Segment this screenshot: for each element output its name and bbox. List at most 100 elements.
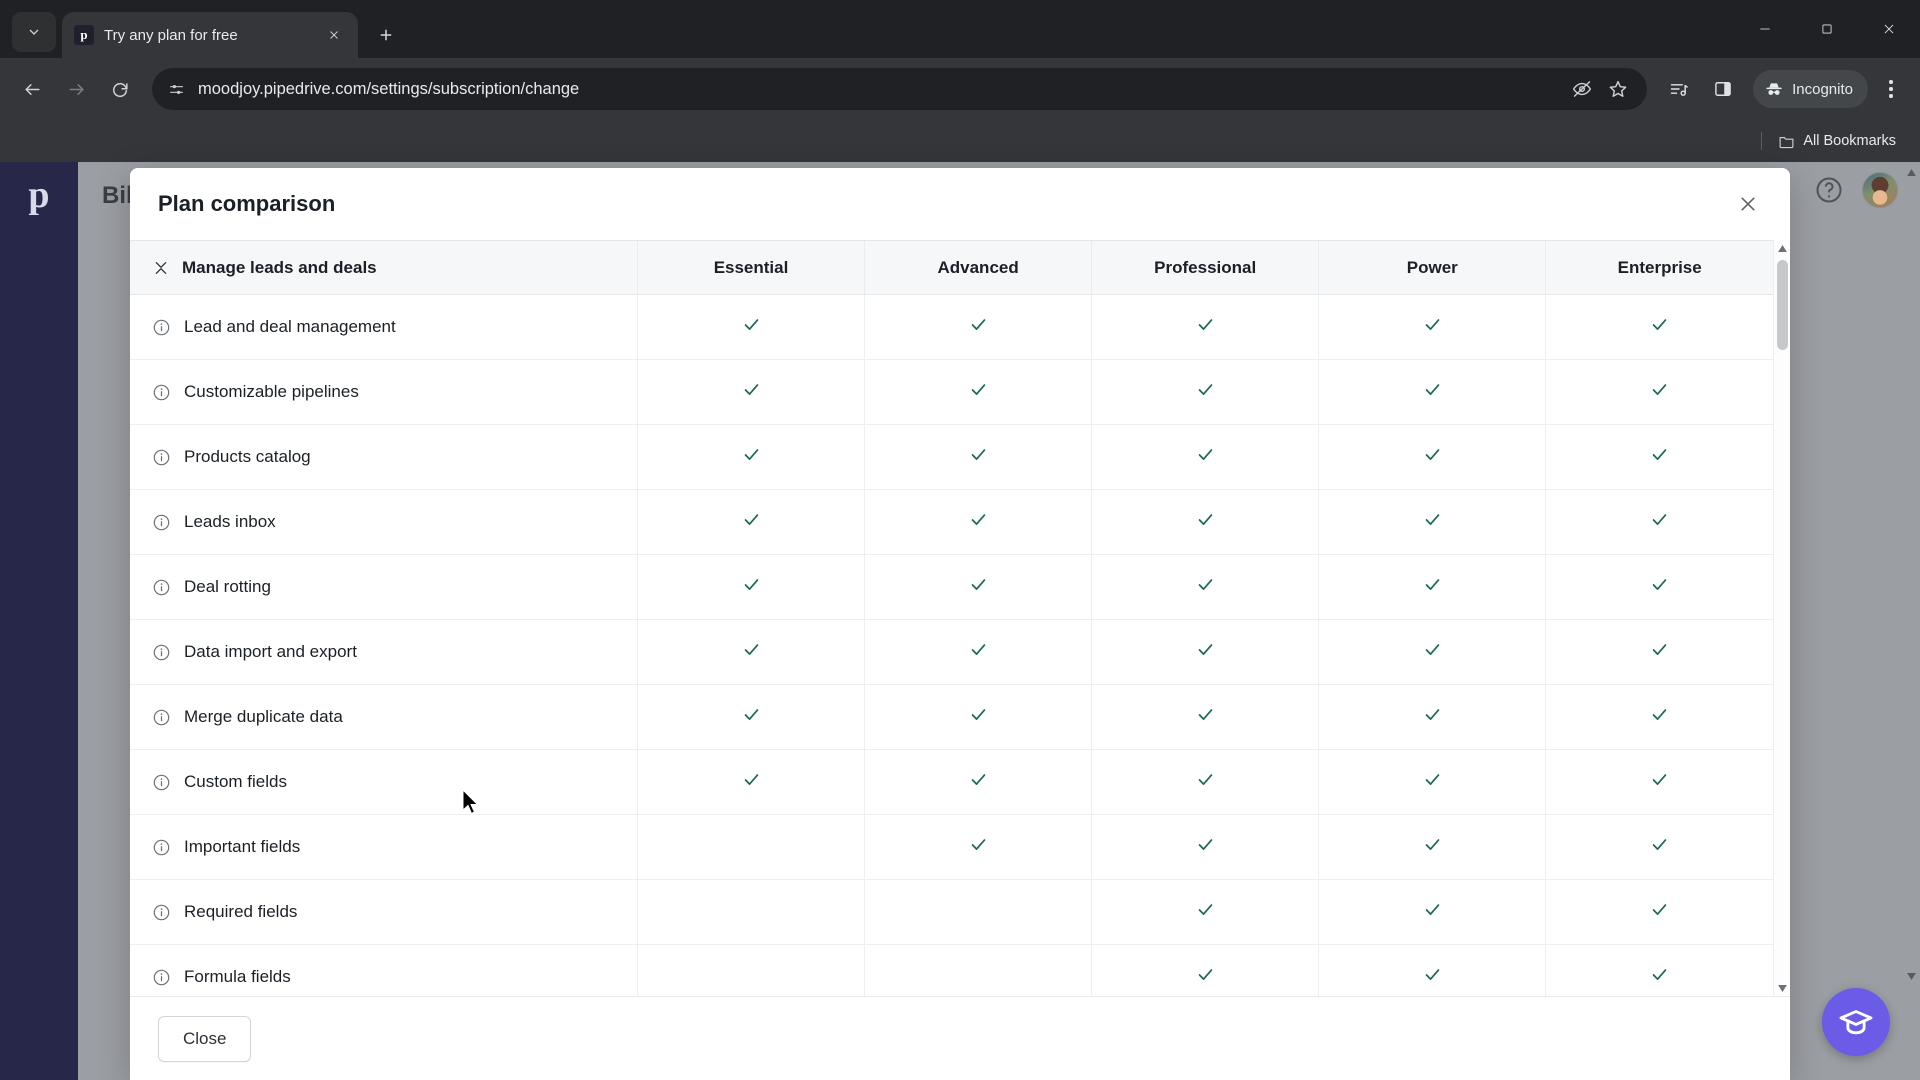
- feature-group-header[interactable]: Manage leads and deals: [130, 240, 638, 295]
- check-icon: [1650, 644, 1669, 663]
- info-circle-icon[interactable]: [152, 318, 171, 337]
- close-tab-icon[interactable]: [322, 23, 346, 47]
- feature-label: Merge duplicate data: [184, 707, 343, 726]
- browser-tab[interactable]: p Try any plan for free: [62, 12, 358, 58]
- academy-button[interactable]: [1822, 988, 1890, 1056]
- all-bookmarks-button[interactable]: All Bookmarks: [1772, 129, 1902, 154]
- check-icon: [1650, 904, 1669, 923]
- availability-cell-power: [1318, 814, 1546, 880]
- info-circle-icon[interactable]: [152, 773, 171, 792]
- table-row: Customizable pipelines: [130, 359, 1773, 425]
- info-circle-icon[interactable]: [152, 383, 171, 402]
- availability-cell-power: [1318, 424, 1546, 490]
- info-circle-icon[interactable]: [152, 513, 171, 532]
- modal-body: Manage leads and deals Essential Advance…: [130, 240, 1790, 996]
- maximize-icon[interactable]: [1796, 0, 1858, 58]
- tab-search-icon[interactable]: [12, 12, 56, 52]
- check-icon: [1650, 319, 1669, 338]
- availability-cell-essential: [636, 359, 865, 425]
- tab-strip: p Try any plan for free: [0, 0, 1920, 58]
- check-icon: [1196, 709, 1215, 728]
- forward-arrow-icon[interactable]: [56, 69, 96, 109]
- minimize-icon[interactable]: [1734, 0, 1796, 58]
- side-panel-icon[interactable]: [1703, 69, 1743, 109]
- check-icon: [742, 644, 761, 663]
- address-bar[interactable]: moodjoy.pipedrive.com/settings/subscript…: [152, 68, 1648, 110]
- availability-cell-power: [1318, 294, 1546, 360]
- table-row: Products catalog: [130, 424, 1773, 490]
- app-header-actions: [1812, 172, 1898, 208]
- check-icon: [1423, 774, 1442, 793]
- url-text[interactable]: moodjoy.pipedrive.com/settings/subscript…: [198, 80, 1555, 99]
- check-icon: [1196, 774, 1215, 793]
- availability-cell-power: [1318, 684, 1546, 750]
- reading-list-icon[interactable]: [1659, 69, 1699, 109]
- back-arrow-icon[interactable]: [12, 69, 52, 109]
- availability-cell-advanced: [864, 359, 1092, 425]
- check-icon: [1423, 449, 1442, 468]
- availability-cell-enterprise: [1545, 424, 1773, 490]
- page-scroll-up-arrow[interactable]: [1904, 164, 1918, 180]
- user-avatar[interactable]: [1862, 172, 1898, 208]
- feature-label: Custom fields: [184, 772, 287, 791]
- availability-cell-professional: [1091, 814, 1319, 880]
- table-row: Custom fields: [130, 749, 1773, 815]
- graduation-cap-icon: [1839, 1010, 1873, 1035]
- availability-cell-enterprise: [1545, 879, 1773, 945]
- bookmarks-divider: [1761, 132, 1763, 150]
- incognito-indicator[interactable]: Incognito: [1753, 70, 1868, 108]
- check-icon: [969, 384, 988, 403]
- check-icon: [969, 644, 988, 663]
- check-icon: [1196, 839, 1215, 858]
- check-icon: [742, 579, 761, 598]
- info-circle-icon[interactable]: [152, 643, 171, 662]
- availability-cell-enterprise: [1545, 944, 1773, 996]
- info-circle-icon[interactable]: [152, 448, 171, 467]
- availability-cell-enterprise: [1545, 814, 1773, 880]
- check-icon: [1196, 384, 1215, 403]
- scroll-up-arrow[interactable]: [1774, 240, 1790, 256]
- availability-cell-professional: [1091, 554, 1319, 620]
- info-circle-icon[interactable]: [152, 903, 171, 922]
- check-icon: [1423, 514, 1442, 533]
- close-window-icon[interactable]: [1858, 0, 1920, 58]
- check-icon: [1650, 514, 1669, 533]
- table-row: Merge duplicate data: [130, 684, 1773, 750]
- feature-cell: Lead and deal management: [130, 294, 638, 360]
- check-icon: [969, 579, 988, 598]
- check-icon: [742, 774, 761, 793]
- scrollbar-thumb[interactable]: [1777, 260, 1788, 350]
- close-button[interactable]: Close: [158, 1015, 252, 1062]
- availability-cell-power: [1318, 619, 1546, 685]
- info-circle-icon[interactable]: [152, 838, 171, 857]
- chrome-menu-icon[interactable]: [1874, 69, 1908, 109]
- info-circle-icon[interactable]: [152, 968, 171, 987]
- new-tab-icon[interactable]: [368, 17, 404, 53]
- feature-cell: Formula fields: [130, 944, 638, 996]
- availability-cell-power: [1318, 554, 1546, 620]
- bookmark-star-icon[interactable]: [1603, 74, 1633, 104]
- collapse-group-icon[interactable]: [152, 259, 170, 277]
- modal-title: Plan comparison: [158, 191, 336, 216]
- app-sidebar[interactable]: p: [0, 162, 78, 1080]
- modal-scrollbar[interactable]: [1773, 240, 1790, 996]
- feature-cell: Products catalog: [130, 424, 638, 490]
- feature-cell: Required fields: [130, 879, 638, 945]
- page-scroll-down-arrow[interactable]: [1904, 968, 1918, 984]
- table-row: Data import and export: [130, 619, 1773, 685]
- scroll-down-arrow[interactable]: [1774, 980, 1790, 996]
- close-x-icon[interactable]: [1728, 184, 1768, 224]
- site-settings-icon[interactable]: [166, 79, 186, 99]
- check-icon: [1196, 449, 1215, 468]
- plan-header-power: Power: [1318, 240, 1546, 295]
- reload-icon[interactable]: [100, 69, 140, 109]
- info-circle-icon[interactable]: [152, 708, 171, 727]
- modal-header: Plan comparison: [130, 168, 1790, 240]
- check-icon: [1650, 579, 1669, 598]
- info-circle-icon[interactable]: [152, 578, 171, 597]
- help-question-icon[interactable]: [1812, 173, 1846, 207]
- table-row: Important fields: [130, 814, 1773, 880]
- availability-cell-advanced: [864, 944, 1092, 996]
- availability-cell-advanced: [864, 879, 1092, 945]
- tracking-protection-off-icon[interactable]: [1567, 74, 1597, 104]
